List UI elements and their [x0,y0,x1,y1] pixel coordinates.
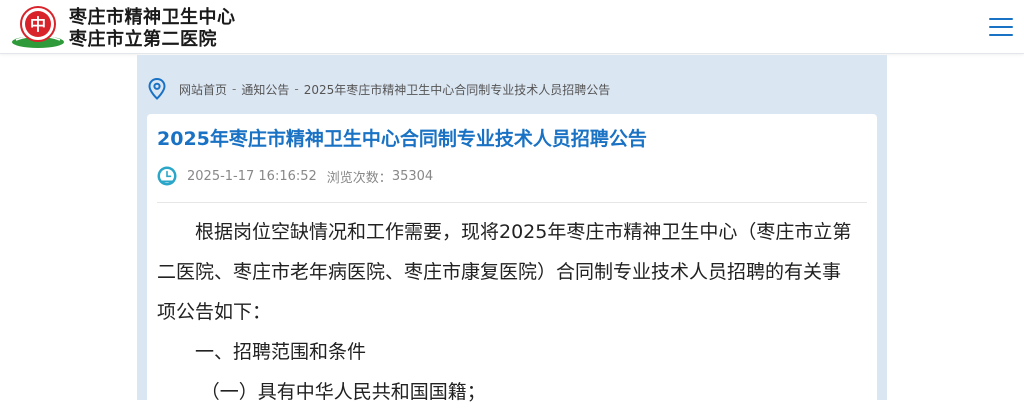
article-paragraph: （一）具有中华人民共和国国籍； [200,381,486,403]
article-title: 2025年枣庄市精神卫生中心合同制专业技术人员招聘公告 [157,128,647,150]
menu-bar-icon [989,26,1013,28]
breadcrumb-separator: - [294,82,299,96]
article-meta: 2025-1-17 16:16:52 浏览次数： 35304 [157,166,433,186]
article-body: 根据岗位空缺情况和工作需要，现将2025年枣庄市精神卫生中心（枣庄市立第二医院、… [157,212,859,412]
breadcrumb-current: 2025年枣庄市精神卫生中心合同制专业技术人员招聘公告 [303,82,611,97]
clock-icon [157,166,177,186]
breadcrumb: 网站首页 - 通知公告 - 2025年枣庄市精神卫生中心合同制专业技术人员招聘公… [147,74,610,104]
article-paragraph: 根据岗位空缺情况和工作需要，现将2025年枣庄市精神卫生中心（枣庄市立第二医院、… [157,221,852,323]
breadcrumb-separator: - [232,82,237,96]
menu-bar-icon [989,34,1013,36]
site-name-line1[interactable]: 枣庄市精神卫生中心 [69,7,236,29]
hospital-logo-icon[interactable]: 中 [10,4,66,50]
article-section-heading: 一、招聘范围和条件 [195,341,367,363]
breadcrumb-home-link[interactable]: 网站首页 [179,81,227,98]
site-header: 中 枣庄市精神卫生中心 枣庄市立第二医院 [0,0,1024,54]
publish-date: 2025-1-17 16:16:52 [187,168,317,184]
views-label: 浏览次数： [326,170,392,186]
breadcrumb-notices-link[interactable]: 通知公告 [241,81,289,98]
menu-bar-icon [989,18,1013,20]
location-pin-icon [148,78,166,100]
meta-divider [157,202,867,203]
logo-badge-text: 中 [30,15,46,34]
article-card: 2025年枣庄市精神卫生中心合同制专业技术人员招聘公告 2025-1-17 16… [147,114,877,414]
views-count: 35304 [391,168,434,184]
site-name-line2[interactable]: 枣庄市立第二医院 [69,29,217,51]
hamburger-menu-button[interactable] [988,15,1014,39]
